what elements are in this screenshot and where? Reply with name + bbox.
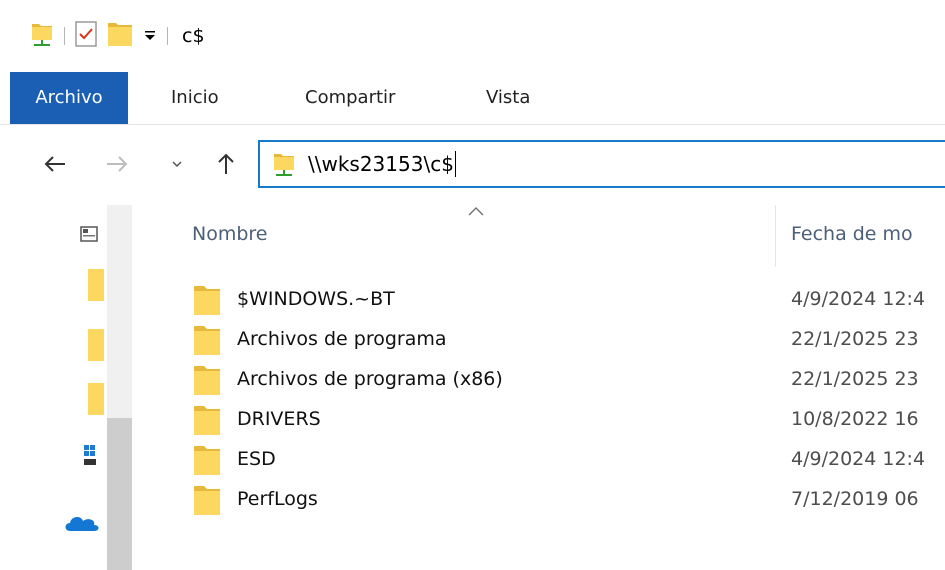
folder-icon [194, 286, 220, 315]
recent-locations-button[interactable] [162, 149, 192, 179]
title-bar: c$ [0, 0, 945, 72]
window-title: c$ [182, 25, 205, 47]
tab-vista[interactable]: Vista [486, 72, 530, 124]
file-row[interactable]: Archivos de programa (x86) 22/1/2025 23 [145, 360, 945, 400]
up-button[interactable] [211, 149, 241, 179]
chevron-down-icon [172, 161, 182, 168]
file-name: PerfLogs [237, 488, 318, 510]
file-date: 4/9/2024 12:4 [791, 288, 926, 310]
file-date: 22/1/2025 23 [791, 368, 919, 390]
column-header-date[interactable]: Fecha de mo [791, 223, 913, 245]
file-name: ESD [237, 448, 276, 470]
file-name: Archivos de programa [237, 328, 447, 350]
network-drive-icon[interactable] [30, 20, 54, 52]
tab-inicio[interactable]: Inicio [171, 72, 219, 124]
folder-icon [194, 486, 220, 515]
windows-icon[interactable] [80, 441, 100, 469]
file-row[interactable]: DRIVERS 10/8/2022 16 [145, 400, 945, 440]
file-row[interactable]: $WINDOWS.~BT 4/9/2024 12:4 [145, 280, 945, 320]
address-text[interactable]: \\wks23153\c$ [308, 152, 454, 176]
tab-archivo[interactable]: Archivo [10, 72, 128, 124]
quick-access-toolbar: c$ [30, 18, 205, 54]
network-drive-icon [272, 150, 296, 178]
onedrive-icon[interactable] [64, 511, 104, 533]
file-row[interactable]: PerfLogs 7/12/2019 06 [145, 480, 945, 520]
file-row[interactable]: ESD 4/9/2024 12:4 [145, 440, 945, 480]
customize-dropdown-icon[interactable] [143, 27, 157, 46]
folder-icon[interactable] [88, 379, 104, 419]
file-date: 7/12/2019 06 [791, 488, 919, 510]
properties-check-icon[interactable] [75, 21, 97, 51]
folder-icon[interactable] [88, 325, 104, 365]
text-caret [454, 151, 456, 177]
column-header-name[interactable]: Nombre [192, 223, 268, 245]
folder-icon [194, 366, 220, 395]
address-bar[interactable]: \\wks23153\c$ [258, 140, 945, 188]
column-headers: Nombre Fecha de mo [145, 205, 945, 267]
file-name: DRIVERS [237, 408, 321, 430]
ribbon-tabs: Archivo Inicio Compartir Vista [0, 72, 945, 124]
folder-icon [194, 406, 220, 435]
file-name: Archivos de programa (x86) [237, 368, 503, 390]
forward-button[interactable] [102, 149, 132, 179]
computer-icon[interactable] [80, 225, 100, 245]
file-name: $WINDOWS.~BT [237, 288, 395, 310]
nav-pane-scroll-thumb[interactable] [107, 418, 132, 570]
up-arrow-icon [218, 153, 234, 174]
tab-compartir[interactable]: Compartir [305, 72, 395, 124]
navigation-bar: \\wks23153\c$ [0, 125, 945, 205]
toolbar-separator [167, 27, 168, 45]
file-date: 22/1/2025 23 [791, 328, 919, 350]
toolbar-separator [64, 27, 65, 45]
file-date: 10/8/2022 16 [791, 408, 919, 430]
file-row[interactable]: Archivos de programa 22/1/2025 23 [145, 320, 945, 360]
folder-icon [194, 326, 220, 355]
back-arrow-icon [44, 156, 65, 172]
back-button[interactable] [40, 149, 70, 179]
folder-icon [194, 446, 220, 475]
folder-icon[interactable] [88, 265, 104, 305]
forward-arrow-icon [107, 156, 128, 172]
new-folder-icon[interactable] [107, 21, 133, 51]
sort-ascending-icon [468, 206, 484, 216]
file-date: 4/9/2024 12:4 [791, 448, 926, 470]
column-divider[interactable] [775, 205, 776, 267]
